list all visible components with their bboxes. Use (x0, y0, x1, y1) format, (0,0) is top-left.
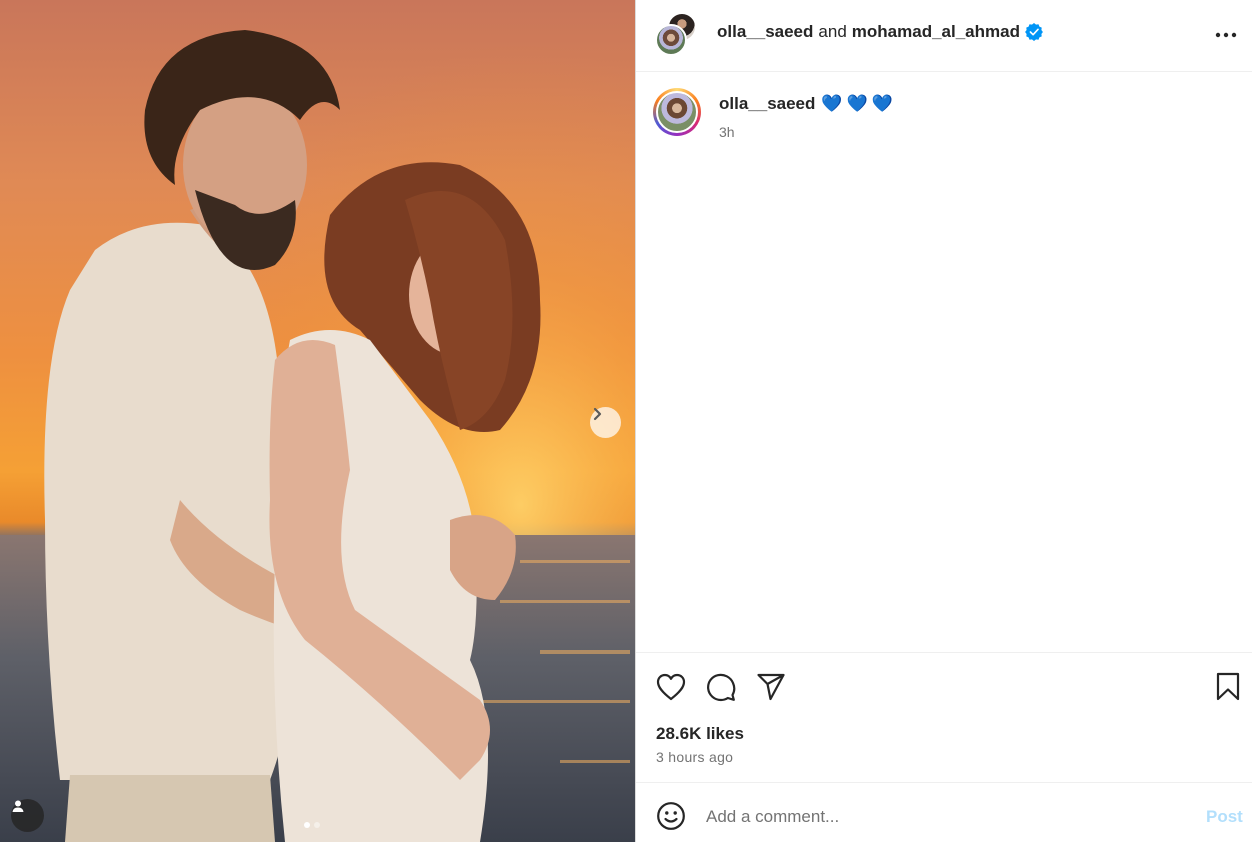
chevron-right-icon (593, 407, 602, 421)
comment-input[interactable] (706, 803, 1166, 831)
carousel-dot (314, 822, 320, 828)
author-username[interactable]: olla__saeed (717, 22, 813, 42)
next-photo-button[interactable] (590, 407, 621, 438)
comment-icon (707, 673, 736, 702)
user-tag-icon (12, 800, 24, 812)
post-media[interactable] (0, 0, 635, 842)
post-authors: olla__saeed and mohamad_al_ahmad (717, 22, 1043, 42)
post-details-panel: olla__saeed and mohamad_al_ahmad olla__s… (635, 0, 1252, 842)
share-icon (757, 673, 785, 701)
emoji-icon (657, 802, 685, 830)
more-options-button[interactable] (1213, 22, 1239, 48)
post-header: olla__saeed and mohamad_al_ahmad (636, 0, 1252, 72)
authors-conjunction: and (818, 22, 847, 41)
caption-line: olla__saeed 💙💙💙 (719, 94, 897, 114)
share-button[interactable] (756, 672, 786, 702)
post-comment-button[interactable]: Post (1206, 807, 1243, 827)
caption-avatar-story-ring[interactable] (653, 88, 701, 136)
carousel-indicator (304, 822, 320, 828)
comment-button[interactable] (706, 672, 736, 702)
like-button[interactable] (656, 672, 686, 702)
save-button[interactable] (1213, 672, 1243, 702)
caption-avatar[interactable] (656, 91, 698, 133)
bookmark-icon (1216, 672, 1240, 701)
likes-count[interactable]: 28.6K likes (656, 724, 744, 744)
more-options-icon (1215, 32, 1237, 38)
collaborator-username[interactable]: mohamad_al_ahmad (852, 22, 1020, 42)
caption-username[interactable]: olla__saeed (719, 94, 815, 113)
author-avatar[interactable] (655, 24, 687, 56)
heart-icon (656, 673, 686, 701)
verified-badge-icon (1025, 23, 1043, 41)
carousel-dot-active (304, 822, 310, 828)
post-actions (636, 652, 1252, 722)
post-timestamp[interactable]: 3 hours ago (656, 749, 733, 765)
caption-timestamp[interactable]: 3h (719, 124, 735, 140)
caption-text: 💙💙💙 (821, 94, 897, 113)
comment-bar: Post (636, 782, 1252, 842)
collab-avatars[interactable] (655, 12, 699, 56)
post-photo (0, 0, 635, 842)
tagged-users-button[interactable] (11, 799, 44, 832)
emoji-button[interactable] (656, 801, 686, 831)
